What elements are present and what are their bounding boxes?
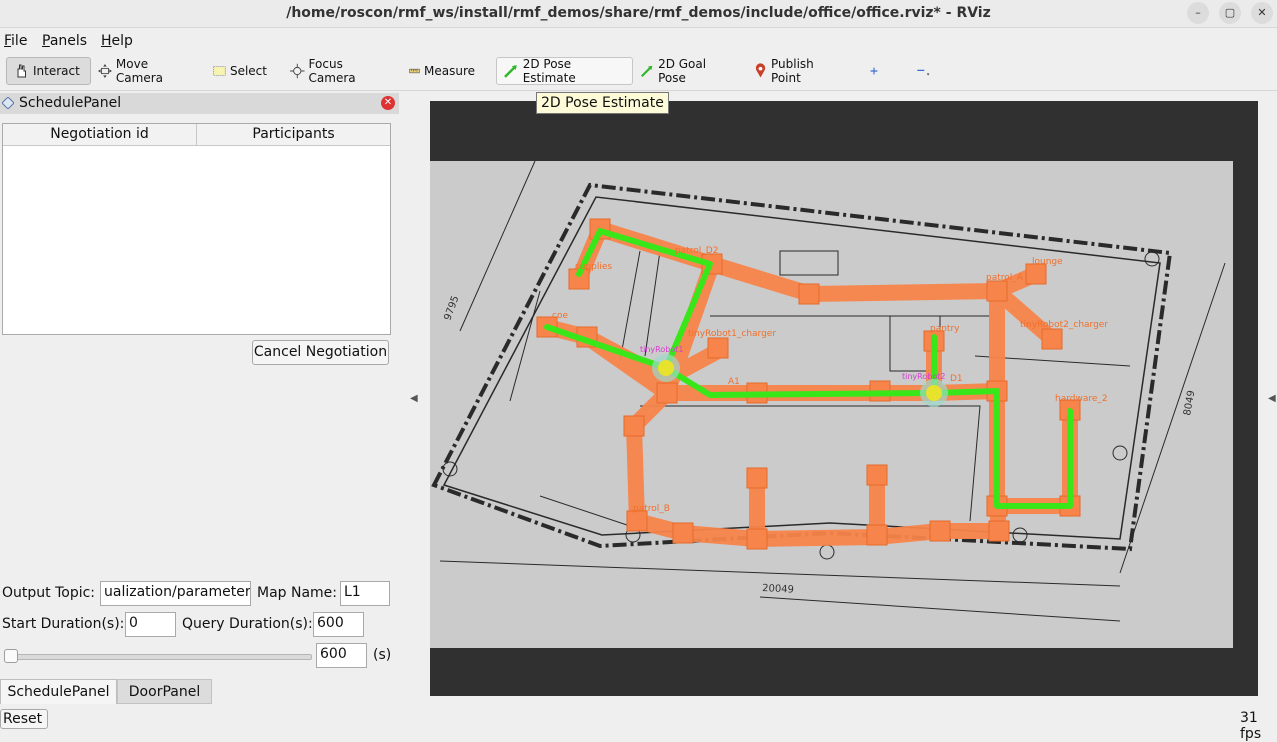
query-duration-label: Query Duration(s): (182, 616, 313, 632)
tab-schedule-panel[interactable]: SchedulePanel (0, 679, 117, 704)
goal-pose-tool[interactable]: 2D Goal Pose (634, 57, 734, 85)
menu-bar: File Panels Help (0, 28, 1277, 52)
close-icon: ✕ (383, 97, 393, 108)
reset-button[interactable]: Reset (0, 709, 48, 729)
publish-point-label: Publish Point (771, 57, 814, 85)
duration-slider-handle[interactable] (4, 649, 18, 663)
label-supplies: supplies (575, 262, 612, 272)
publish-point-tool[interactable]: Publish Point (748, 57, 848, 85)
measure-tool[interactable]: Measure (403, 57, 481, 85)
cancel-negotiation-button[interactable]: Cancel Negotiation (252, 340, 389, 365)
label-robot2: tinyRobot2 (902, 372, 945, 381)
label-dim-bottom: 20049 (762, 583, 794, 596)
slider-value-input[interactable]: 600 (316, 643, 367, 668)
plus-icon (870, 67, 878, 75)
map-canvas[interactable]: supplies patrol_D2 coe tinyRobot1_charge… (430, 101, 1258, 696)
goal-pose-label: 2D Goal Pose (658, 57, 707, 85)
label-coe: coe (552, 311, 568, 321)
interact-tool[interactable]: Interact (6, 57, 91, 85)
select-label: Select (229, 64, 267, 78)
menu-panels[interactable]: Panels (42, 33, 87, 49)
label-hardware2: hardware_2 (1055, 394, 1108, 404)
pose-estimate-tool[interactable]: 2D Pose Estimate (496, 57, 633, 85)
move-camera-icon (98, 64, 112, 78)
measure-label: Measure (424, 64, 475, 78)
focus-camera-label: Focus Camera (308, 57, 356, 85)
label-robot1: tinyRobot1 (640, 345, 683, 354)
window-title: /home/roscon/rmf_ws/install/rmf_demos/sh… (286, 5, 991, 21)
map-name-label: Map Name: (257, 585, 338, 601)
minimize-icon: – (1195, 6, 1201, 19)
collapse-left-arrow-icon[interactable]: ◀ (410, 393, 418, 404)
label-charger1: tinyRobot1_charger (688, 329, 776, 339)
label-lounge: lounge (1032, 257, 1063, 267)
move-camera-tool[interactable]: Move Camera (92, 57, 194, 85)
column-participants[interactable]: Participants (197, 124, 390, 146)
collapse-right-arrow-icon[interactable]: ◀ (1268, 393, 1276, 404)
add-tool-button[interactable] (864, 57, 888, 85)
remove-tool-button[interactable] (910, 57, 940, 85)
label-patrol-d2: patrol_D2 (675, 246, 718, 256)
ruler-icon (409, 68, 420, 74)
close-button[interactable]: ✕ (1251, 2, 1273, 24)
output-topic-input[interactable]: ualization/parameters (100, 581, 251, 606)
start-duration-input[interactable]: 0 (125, 612, 176, 637)
panel-close-button[interactable]: ✕ (381, 96, 395, 110)
map-pin-icon (755, 63, 766, 78)
map-name-input[interactable]: L1 (340, 581, 390, 606)
focus-camera-icon (290, 63, 305, 79)
focus-camera-tool[interactable]: Focus Camera (284, 57, 392, 85)
interact-label: Interact (33, 64, 80, 78)
panel-diamond-icon (2, 97, 14, 109)
move-camera-label: Move Camera (115, 57, 163, 85)
label-pantry: pantry (930, 324, 960, 334)
toolbar: Interact Move Camera Select Focus Camera… (0, 54, 1277, 91)
column-negotiation-id[interactable]: Negotiation id (3, 124, 197, 146)
start-duration-label: Start Duration(s): (2, 616, 125, 632)
label-charger2: tinyRobot2_charger (1020, 320, 1108, 330)
maximize-button[interactable]: ▢ (1219, 2, 1241, 24)
schedule-panel-header: SchedulePanel ✕ (0, 93, 399, 114)
tab-door-panel[interactable]: DoorPanel (117, 679, 212, 704)
label-patrol-a: patrol_A (986, 273, 1024, 283)
select-tool[interactable]: Select (207, 57, 273, 85)
close-icon: ✕ (1257, 6, 1267, 19)
minus-icon (917, 69, 930, 76)
schedule-panel-title: SchedulePanel (19, 95, 122, 111)
maximize-icon: ▢ (1224, 6, 1236, 19)
hand-icon (17, 64, 26, 78)
menu-help[interactable]: Help (101, 33, 133, 49)
render-viewport[interactable]: supplies patrol_D2 coe tinyRobot1_charge… (430, 101, 1258, 696)
negotiation-table[interactable]: Negotiation id Participants (2, 123, 391, 335)
slider-unit-label: (s) (373, 647, 392, 663)
fps-counter: 31 fps (1240, 710, 1262, 742)
label-patrol-b: patrol_B (633, 504, 670, 514)
output-topic-label: Output Topic: (2, 585, 96, 601)
pose-arrow-icon (504, 65, 517, 78)
label-d1: D1 (950, 374, 963, 384)
goal-arrow-icon (640, 65, 653, 78)
title-bar: /home/roscon/rmf_ws/install/rmf_demos/sh… (0, 0, 1277, 28)
select-icon (213, 66, 226, 76)
duration-slider-track[interactable] (6, 654, 312, 660)
tooltip: 2D Pose Estimate (536, 92, 669, 114)
minimize-button[interactable]: – (1187, 2, 1209, 24)
pose-estimate-label: 2D Pose Estimate (522, 57, 576, 85)
label-a1: A1 (728, 377, 740, 387)
menu-file[interactable]: File (4, 33, 27, 49)
query-duration-input[interactable]: 600 (313, 612, 364, 637)
